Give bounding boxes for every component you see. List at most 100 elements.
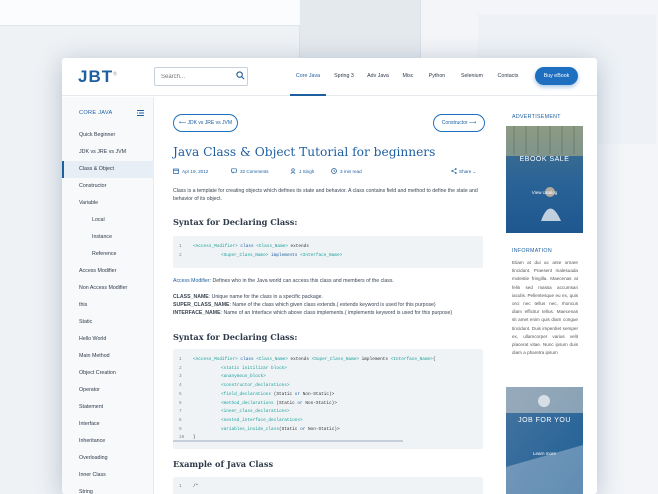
clock-icon <box>331 168 337 174</box>
sidebar-heading: CORE JAVA <box>79 110 113 116</box>
section-heading-syntax-1: Syntax for Declaring Class: <box>173 217 298 227</box>
comments-link[interactable]: 32 Comments <box>240 169 269 174</box>
code-token: <Super_Class_Name> <box>221 253 269 258</box>
code-token: <nested_interface_declarations> <box>221 417 303 423</box>
sidebar-item[interactable]: Main Method <box>62 348 154 365</box>
job-for-you-banner[interactable]: JOB FOR YOU Learn more <box>506 387 583 494</box>
search-input[interactable] <box>154 67 248 86</box>
learn-more-link[interactable]: Learn more <box>506 451 583 456</box>
chevron-down-icon: ⌄ <box>472 169 477 174</box>
code-token: variables_inside_class <box>221 426 279 432</box>
sidebar-item[interactable]: Inheritance <box>62 433 154 450</box>
definition-class-name: CLASS_NAME: Unique name for the class in… <box>173 293 491 301</box>
code-token: (Static <box>278 426 301 432</box>
code-token: Non-Static)> <box>305 426 340 432</box>
code-token: Non-Static)> <box>300 391 335 397</box>
code-token: extends <box>287 357 312 362</box>
information-text: Etiam at dui ac ante ornare tincidunt. P… <box>512 260 578 356</box>
sidebar-item[interactable]: String <box>62 484 154 494</box>
sidebar: CORE JAVA Quick Beginner JDK vs JRE vs JV… <box>62 97 154 494</box>
share-button[interactable]: Share ⌄ <box>459 169 476 175</box>
code-block-2: 1 <Access_Modifier> class <Class_Name> ex… <box>173 349 483 449</box>
article-title: Java Class & Object Tutorial for beginne… <box>173 145 436 159</box>
code-line: /* <box>193 484 198 489</box>
sidebar-item[interactable]: Hello World <box>62 331 154 348</box>
definition-text: : Name of an Interface which above class… <box>220 310 453 316</box>
sidebar-item[interactable]: Static <box>62 314 154 331</box>
user-icon <box>290 168 296 174</box>
collapse-menu-icon[interactable] <box>137 110 144 116</box>
code-line-number: 1 <box>179 484 182 489</box>
definition-term: SUPER_CLASS_NAME <box>173 302 230 308</box>
post-date: Apr 19, 2012 <box>182 169 209 174</box>
share-icon[interactable] <box>451 168 457 174</box>
sidebar-item[interactable]: Instance <box>62 229 154 246</box>
sidebar-item[interactable]: JDK vs JRE vs JVM <box>62 144 154 161</box>
sidebar-item[interactable]: Operator <box>62 382 154 399</box>
code-token: <Access_Modifier> <box>193 357 238 362</box>
sidebar-item[interactable]: Inner Class <box>62 467 154 484</box>
next-page-label: Constructor <box>441 120 468 126</box>
site-logo[interactable]: JBT® <box>78 67 118 87</box>
code-line-number: 1 <box>179 244 182 249</box>
code-token: (Static <box>271 391 295 397</box>
calendar-icon <box>173 168 179 174</box>
code-token: <field_declarations <box>221 391 272 397</box>
code-token: <Interface_Name> <box>300 253 343 258</box>
access-modifier-paragraph: Access Modifier: Defines who in the Java… <box>173 277 491 285</box>
arrow-right-icon: ⟶ <box>467 120 477 126</box>
nav-python[interactable]: Python <box>424 58 450 96</box>
definition-text: : Unique name for the class in a specifi… <box>208 294 323 300</box>
sidebar-item[interactable]: Statement <box>62 399 154 416</box>
code-token: class <box>237 357 257 362</box>
definition-text: : Name of the class which given class ex… <box>229 302 436 308</box>
sidebar-item[interactable]: Variable <box>62 195 154 212</box>
code-token: <inner_class_declarations> <box>221 409 290 415</box>
sidebar-item[interactable]: Class & Object <box>62 161 154 178</box>
buy-ebook-button[interactable]: Buy eBook <box>535 67 578 85</box>
code-line-number: 2 <box>179 365 182 371</box>
code-line-number: 9 <box>179 426 182 432</box>
definition-interface-name: INTERFACE_NAME: Name of an Interface whi… <box>173 309 491 317</box>
sidebar-item[interactable]: Constructor <box>62 178 154 195</box>
definition-super-class-name: SUPER_CLASS_NAME: Name of the class whic… <box>173 301 491 309</box>
sidebar-item[interactable]: Overloading <box>62 450 154 467</box>
code-token: /* <box>193 484 199 489</box>
next-page-button[interactable]: Constructor ⟶ <box>433 114 485 132</box>
nav-misc[interactable]: Misc <box>400 58 416 96</box>
code-token: extends <box>287 244 309 249</box>
nav-adv-java[interactable]: Adv Java <box>364 58 392 96</box>
advertisement-label: ADVERTISEMENT <box>512 114 561 120</box>
definitions-list: CLASS_NAME: Unique name for the class in… <box>173 293 491 317</box>
code-block-3: 1 /* <box>173 477 483 494</box>
code-line: <method_declarations (Static or Non-Stat… <box>221 401 337 406</box>
code-token: <method_declarations <box>221 400 274 406</box>
background-header <box>0 0 300 26</box>
code-line: <inner_class_declarations> <box>221 409 290 414</box>
code-line-number: 6 <box>179 400 182 406</box>
sidebar-item[interactable]: Reference <box>62 246 154 263</box>
nav-selenium[interactable]: Selenium <box>458 58 486 96</box>
information-heading: INFORMATION <box>512 248 552 254</box>
nav-core-java[interactable]: Core Java <box>290 58 326 96</box>
prev-page-button[interactable]: ⟵ JDK vs JRE vs JVM <box>173 114 238 132</box>
view-catalog-link[interactable]: View catalog <box>506 190 583 195</box>
code-line: <field_declarations (Static or Non-Stati… <box>221 392 334 397</box>
sidebar-item[interactable]: Quick Beginner <box>62 127 154 144</box>
sidebar-item[interactable]: Local <box>62 212 154 229</box>
ebook-sale-banner[interactable]: EBOOK SALE View catalog <box>506 126 583 233</box>
sidebar-item[interactable]: Non Access Modifier <box>62 280 154 297</box>
access-modifier-link[interactable]: Access Modifier <box>173 278 210 284</box>
sidebar-item[interactable]: this <box>62 297 154 314</box>
post-author[interactable]: J Singh <box>299 169 314 174</box>
code-token: <Class_Name> <box>256 357 288 362</box>
sidebar-item[interactable]: Object Creation <box>62 365 154 382</box>
nav-contacts[interactable]: Contacts <box>494 58 522 96</box>
search-icon[interactable] <box>236 71 245 80</box>
code-line: <constructor_declarations> <box>221 383 290 388</box>
sidebar-item[interactable]: Access Modifier <box>62 263 154 280</box>
sidebar-item[interactable]: Interface <box>62 416 154 433</box>
nav-spring-3[interactable]: Spring 3 <box>332 58 356 96</box>
code-line: <static initilizar block> <box>221 366 287 371</box>
code-scrollbar[interactable] <box>173 440 403 442</box>
